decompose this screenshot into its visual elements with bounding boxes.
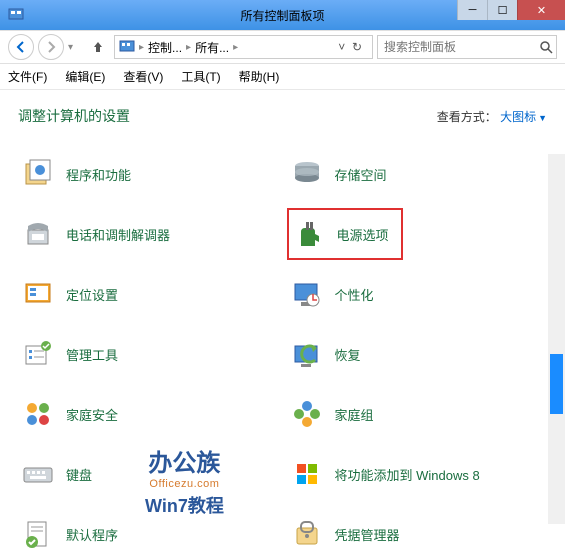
history-dropdown[interactable]: ▾ xyxy=(68,42,82,53)
view-mode-link[interactable]: 大图标▼ xyxy=(500,110,547,124)
homegroup-icon xyxy=(291,398,323,430)
item-family-safety[interactable]: 家庭安全 xyxy=(18,394,279,434)
storage-icon xyxy=(291,158,323,190)
item-administrative-tools[interactable]: 管理工具 xyxy=(18,334,279,374)
vertical-scrollbar[interactable] xyxy=(548,154,565,524)
item-label: 家庭安全 xyxy=(66,405,118,424)
programs-icon xyxy=(22,158,54,190)
close-button[interactable]: ✕ xyxy=(517,0,565,20)
personalization-icon xyxy=(291,278,323,310)
item-label: 存储空间 xyxy=(335,165,387,184)
maximize-button[interactable]: ☐ xyxy=(487,0,517,20)
item-homegroup[interactable]: 家庭组 xyxy=(287,394,548,434)
item-recovery[interactable]: 恢复 xyxy=(287,334,548,374)
content-header: 调整计算机的设置 查看方式： 大图标▼ xyxy=(18,106,547,126)
menu-view[interactable]: 查看(V) xyxy=(123,68,163,85)
item-personalization[interactable]: 个性化 xyxy=(287,274,548,314)
menu-help[interactable]: 帮助(H) xyxy=(239,68,280,85)
item-label: 将功能添加到 Windows 8 xyxy=(335,465,480,484)
control-panel-grid: 程序和功能 存储空间 电话和调制解调器 电源选项 定位设置 个性化 管理工具 xyxy=(18,154,547,554)
address-bar[interactable]: ▸ 控制... ▸ 所有... ▸ ˅ ↻ xyxy=(114,35,373,59)
item-label: 恢复 xyxy=(335,345,361,364)
search-input[interactable] xyxy=(384,40,539,54)
page-title: 调整计算机的设置 xyxy=(18,106,130,126)
item-add-features-windows8[interactable]: 将功能添加到 Windows 8 xyxy=(287,454,548,494)
family-safety-icon xyxy=(22,398,54,430)
item-storage-spaces[interactable]: 存储空间 xyxy=(287,154,548,194)
item-label: 键盘 xyxy=(66,465,92,484)
window-controls: ─ ☐ ✕ xyxy=(457,0,565,20)
refresh-dropdown[interactable]: ˅ ↻ xyxy=(332,40,368,54)
view-selector: 查看方式： 大图标▼ xyxy=(437,108,547,125)
item-label: 凭据管理器 xyxy=(335,525,400,544)
windows-flag-icon xyxy=(291,458,323,490)
content-area: 调整计算机的设置 查看方式： 大图标▼ 程序和功能 存储空间 电话和调制解调器 … xyxy=(0,90,565,524)
menu-edit[interactable]: 编辑(E) xyxy=(65,68,105,85)
keyboard-icon xyxy=(22,458,54,490)
item-label: 程序和功能 xyxy=(66,165,131,184)
search-box[interactable] xyxy=(377,35,557,59)
phone-icon xyxy=(22,218,54,250)
back-button[interactable] xyxy=(8,34,34,60)
item-programs-and-features[interactable]: 程序和功能 xyxy=(18,154,279,194)
menu-bar: 文件(F) 编辑(E) 查看(V) 工具(T) 帮助(H) xyxy=(0,64,565,90)
breadcrumb-separator: ▸ xyxy=(233,42,238,53)
minimize-button[interactable]: ─ xyxy=(457,0,487,20)
recovery-icon xyxy=(291,338,323,370)
item-label: 家庭组 xyxy=(335,405,374,424)
credential-icon xyxy=(291,518,323,550)
item-location-settings[interactable]: 定位设置 xyxy=(18,274,279,314)
item-label: 默认程序 xyxy=(66,525,118,544)
chevron-down-icon: ▼ xyxy=(538,113,547,123)
menu-file[interactable]: 文件(F) xyxy=(8,68,47,85)
item-label: 个性化 xyxy=(335,285,374,304)
control-panel-icon xyxy=(119,39,135,55)
window-title: 所有控制面板项 xyxy=(240,7,324,24)
breadcrumb-segment[interactable]: 控制... xyxy=(144,39,186,56)
item-power-options[interactable]: 电源选项 xyxy=(287,208,403,260)
menu-tools[interactable]: 工具(T) xyxy=(181,68,220,85)
control-panel-icon xyxy=(8,7,24,23)
breadcrumb-segment[interactable]: 所有... xyxy=(191,39,233,56)
navigation-bar: ▾ ▸ 控制... ▸ 所有... ▸ ˅ ↻ xyxy=(0,30,565,64)
forward-button[interactable] xyxy=(38,34,64,60)
item-label: 管理工具 xyxy=(66,345,118,364)
window-titlebar: 所有控制面板项 ─ ☐ ✕ xyxy=(0,0,565,30)
default-programs-icon xyxy=(22,518,54,550)
search-icon[interactable] xyxy=(539,40,553,54)
item-credential-manager[interactable]: 凭据管理器 xyxy=(287,514,548,554)
item-label: 电源选项 xyxy=(337,225,389,244)
scrollbar-thumb[interactable] xyxy=(550,354,563,414)
view-label: 查看方式： xyxy=(437,110,497,124)
power-icon xyxy=(293,218,325,250)
item-keyboard[interactable]: 键盘 xyxy=(18,454,279,494)
item-label: 定位设置 xyxy=(66,285,118,304)
location-icon xyxy=(22,278,54,310)
admin-tools-icon xyxy=(22,338,54,370)
item-label: 电话和调制解调器 xyxy=(66,225,170,244)
up-button[interactable] xyxy=(86,35,110,59)
item-phone-and-modem[interactable]: 电话和调制解调器 xyxy=(18,214,279,254)
item-default-programs[interactable]: 默认程序 xyxy=(18,514,279,554)
